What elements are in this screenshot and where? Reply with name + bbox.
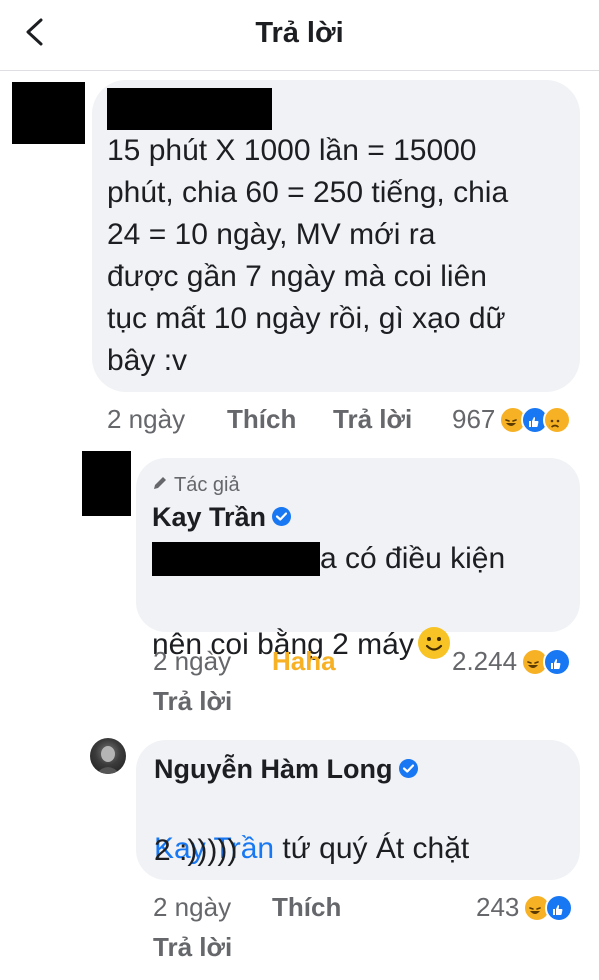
- page-title: Trả lời: [255, 17, 344, 49]
- like-reaction-icon: [543, 647, 572, 676]
- reaction-count: 2.244: [452, 646, 518, 676]
- sad-reaction-icon: [543, 405, 572, 434]
- timestamp: 2 ngày: [107, 404, 186, 434]
- like-link[interactable]: Thích: [227, 404, 296, 435]
- like-reaction-icon: [545, 893, 574, 922]
- haha-reaction-link[interactable]: Haha: [272, 646, 336, 677]
- comment-text: 15 phút X 1000 lần = 15000 phút, chia 60…: [107, 134, 509, 377]
- author-name: Kay Trần: [152, 502, 267, 532]
- timestamp: 2 ngày: [153, 892, 232, 922]
- avatar-redacted[interactable]: [82, 451, 131, 516]
- author-tag-label: Tác giả: [174, 474, 240, 496]
- mention-redacted[interactable]: [152, 542, 320, 576]
- like-link[interactable]: Thích: [272, 892, 341, 923]
- reply-link[interactable]: Trả lời: [153, 932, 232, 963]
- avatar[interactable]: [90, 738, 126, 774]
- timestamp: 2 ngày: [153, 646, 232, 676]
- reaction-summary[interactable]: 967: [452, 404, 572, 435]
- top-bar: Trả lời: [0, 0, 599, 71]
- comment-bubble: Nguyễn Hàm Long Kay Trần tứ quý Át chặt …: [136, 740, 580, 880]
- author-name-link[interactable]: Kay Trần: [152, 502, 292, 533]
- reply-link[interactable]: Trả lời: [333, 404, 412, 435]
- reaction-count: 243: [476, 892, 520, 922]
- comment-text-line1: a có điều kiện: [320, 542, 506, 575]
- verified-badge-icon: [398, 759, 418, 779]
- reaction-summary[interactable]: 243: [476, 892, 574, 923]
- author-name: Nguyễn Hàm Long: [154, 754, 393, 784]
- author-name-redacted[interactable]: [107, 88, 272, 130]
- author-badge: Tác giả: [152, 474, 240, 497]
- comment-text-line2: 2 :))))): [154, 834, 238, 867]
- reaction-summary[interactable]: 2.244: [452, 646, 572, 677]
- comment-bubble: Tác giả Kay Trần a có điều kiện nên coi …: [136, 458, 580, 661]
- pencil-icon: [152, 474, 168, 497]
- reaction-count: 967: [452, 404, 496, 434]
- reply-link[interactable]: Trả lời: [153, 686, 232, 717]
- comment-text: tứ quý Át chặt: [282, 832, 470, 865]
- author-name-link[interactable]: Nguyễn Hàm Long: [154, 754, 418, 785]
- comment-bubble: 15 phút X 1000 lần = 15000 phút, chia 60…: [92, 80, 580, 392]
- avatar-redacted[interactable]: [12, 82, 85, 144]
- verified-badge-icon: [272, 507, 292, 527]
